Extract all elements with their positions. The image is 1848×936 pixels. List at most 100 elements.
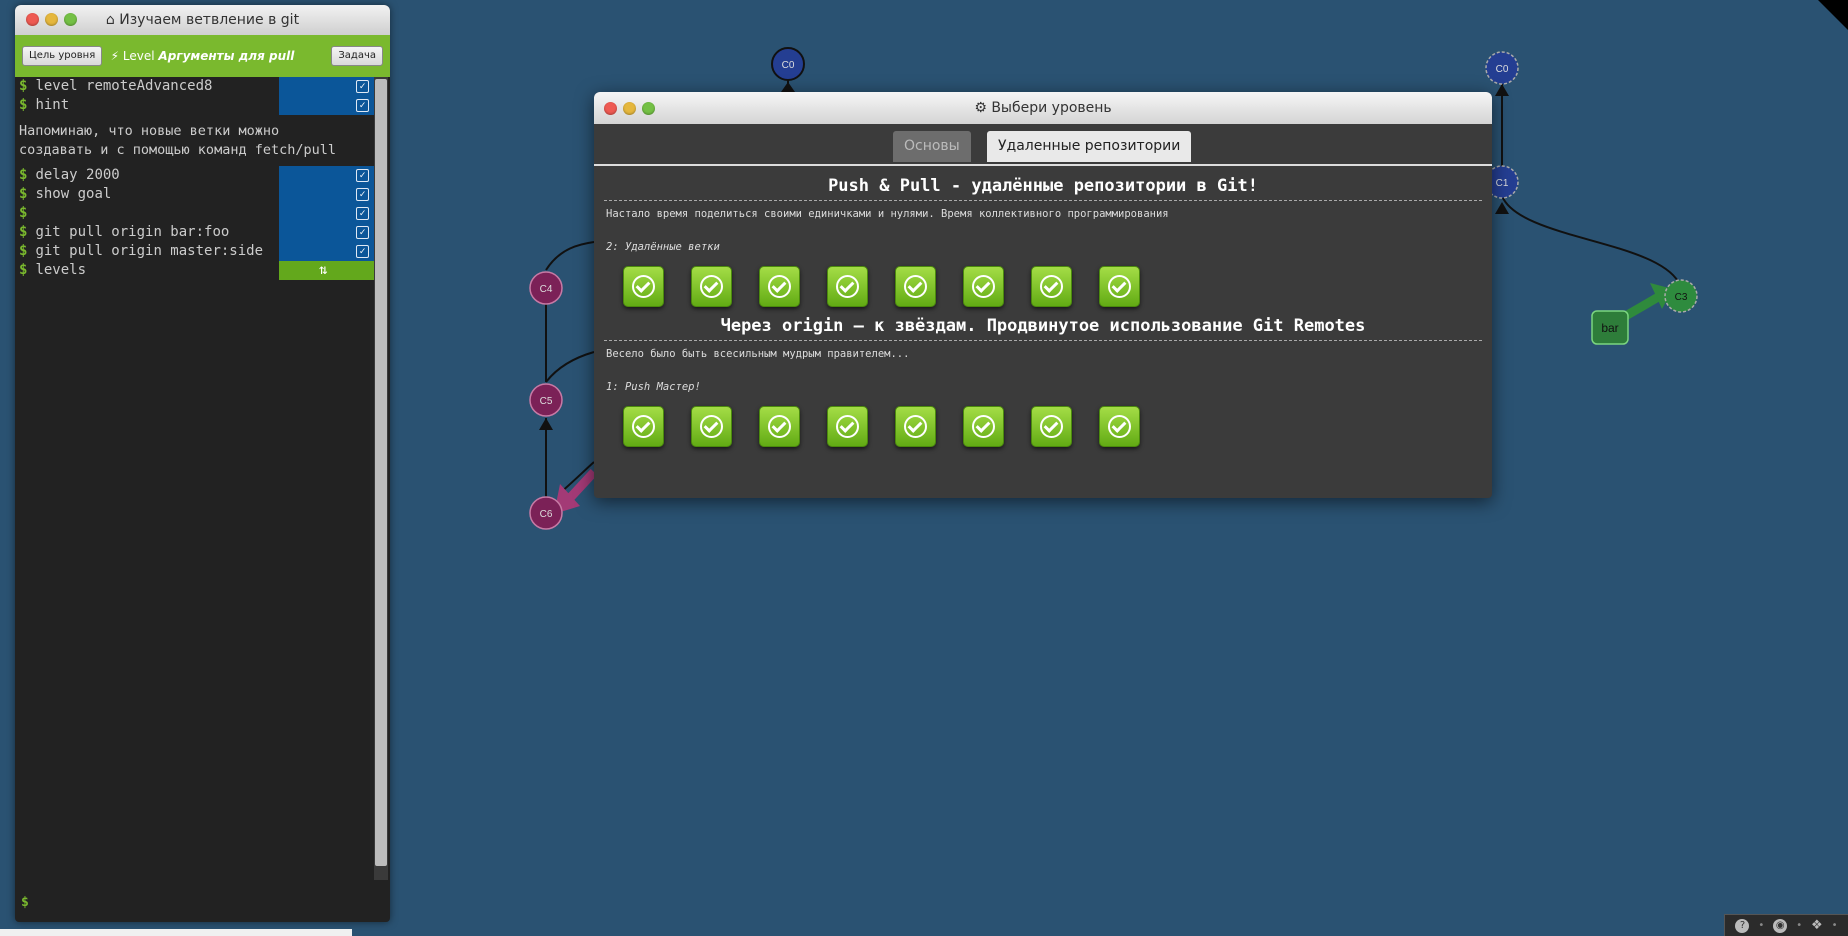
level-button-completed[interactable] xyxy=(691,266,732,307)
command-row: $ hint ✓ xyxy=(15,96,375,115)
level-button-completed[interactable] xyxy=(759,406,800,447)
command-status-done: ✓ xyxy=(279,223,374,242)
checkbox-checked-icon: ✓ xyxy=(356,188,369,201)
scrollbar-thumb[interactable] xyxy=(375,79,387,866)
svg-text:C4: C4 xyxy=(540,284,553,295)
command-status-running: ⇅ xyxy=(279,261,374,280)
separator: • xyxy=(1758,920,1765,931)
check-circle-icon xyxy=(700,275,723,298)
twitter-icon[interactable]: ❖ xyxy=(1811,918,1823,933)
level-grid xyxy=(594,406,1492,458)
checkbox-checked-icon: ✓ xyxy=(356,80,369,93)
section-description: Весело было быть всесильным мудрым прави… xyxy=(606,348,910,360)
checkbox-checked-icon: ✓ xyxy=(356,169,369,182)
maximize-dot-icon[interactable] xyxy=(64,13,77,26)
check-circle-icon xyxy=(1108,275,1131,298)
commit-node[interactable]: C6 xyxy=(529,496,563,530)
tab-remote[interactable]: Удаленные репозитории xyxy=(987,131,1192,162)
command-status-done: ✓ xyxy=(279,242,374,261)
level-button-completed[interactable] xyxy=(963,406,1004,447)
command-status-done: ✓ xyxy=(279,166,374,185)
dialog-titlebar: ⚙ Выбери уровень xyxy=(594,92,1492,124)
level-button-completed[interactable] xyxy=(895,266,936,307)
commit-node[interactable]: C0 xyxy=(1485,51,1519,85)
level-button-completed[interactable] xyxy=(1031,266,1072,307)
prompt-symbol: $ xyxy=(19,243,28,259)
level-button-completed[interactable] xyxy=(895,406,936,447)
level-button-completed[interactable] xyxy=(827,406,868,447)
level-button-completed[interactable] xyxy=(759,266,800,307)
check-circle-icon xyxy=(1040,415,1063,438)
commit-node[interactable]: C4 xyxy=(529,271,563,305)
level-button-completed[interactable] xyxy=(623,406,664,447)
command-status-done: ✓ xyxy=(279,77,374,96)
svg-text:bar: bar xyxy=(1601,321,1618,335)
lightning-icon: ⚡ xyxy=(110,49,120,63)
level-button-completed[interactable] xyxy=(1099,406,1140,447)
level-button-completed[interactable] xyxy=(623,266,664,307)
terminal-window: ⌂ Изучаем ветвление в git Цель уровня ⚡ … xyxy=(15,5,390,922)
check-circle-icon xyxy=(768,275,791,298)
branch-label[interactable]: bar xyxy=(1591,310,1629,345)
level-button-completed[interactable] xyxy=(827,266,868,307)
footer-toolbar: ? • ◉ • ❖ • xyxy=(1724,914,1848,936)
level-bar: Цель уровня ⚡ Level Аргументы для pull З… xyxy=(15,35,390,77)
level-button-completed[interactable] xyxy=(1031,406,1072,447)
terminal-scrollbar[interactable] xyxy=(374,77,388,880)
maximize-dot-icon[interactable] xyxy=(642,102,655,115)
close-dot-icon[interactable] xyxy=(604,102,617,115)
level-button-completed[interactable] xyxy=(963,266,1004,307)
check-circle-icon xyxy=(904,415,927,438)
check-circle-icon xyxy=(700,415,723,438)
commit-node[interactable]: C0 xyxy=(771,47,805,81)
section-subtitle: 2: Удалённые ветки xyxy=(606,241,720,253)
terminal-titlebar: ⌂ Изучаем ветвление в git xyxy=(15,5,390,35)
check-circle-icon xyxy=(836,415,859,438)
tab-basics[interactable]: Основы xyxy=(893,131,971,162)
check-circle-icon xyxy=(632,275,655,298)
section-description: Настало время поделиться своими единичка… xyxy=(606,208,1169,220)
task-button[interactable]: Задача xyxy=(331,46,383,66)
command-text: level remoteAdvanced8 xyxy=(35,78,213,94)
hint-line: Напоминаю, что новые ветки можно xyxy=(19,123,280,139)
prompt-symbol: $ xyxy=(19,78,28,94)
check-circle-icon xyxy=(632,415,655,438)
check-circle-icon xyxy=(972,275,995,298)
level-button-completed[interactable] xyxy=(691,406,732,447)
close-dot-icon[interactable] xyxy=(26,13,39,26)
commit-node[interactable]: C5 xyxy=(529,383,563,417)
level-button-completed[interactable] xyxy=(1099,266,1140,307)
globe-icon[interactable]: ◉ xyxy=(1773,918,1788,933)
window-controls xyxy=(604,102,655,115)
level-section: Push & Pull - удалённые репозитории в Gi… xyxy=(594,172,1492,318)
svg-text:C3: C3 xyxy=(1675,292,1688,303)
check-circle-icon xyxy=(972,415,995,438)
command-row: $ git pull origin bar:foo ✓ xyxy=(15,223,375,242)
command-input-prompt[interactable]: $ xyxy=(21,895,29,910)
minimize-dot-icon[interactable] xyxy=(45,13,58,26)
level-title: ⚡ Level Аргументы для pull xyxy=(111,49,295,63)
help-icon[interactable]: ? xyxy=(1735,918,1750,933)
command-status-done: ✓ xyxy=(279,185,374,204)
commit-node[interactable]: C3 xyxy=(1664,279,1698,313)
svg-text:C5: C5 xyxy=(540,396,553,407)
command-row: $ git pull origin master:side ✓ xyxy=(15,242,375,261)
checkbox-checked-icon: ✓ xyxy=(356,99,369,112)
terminal-output: $ level remoteAdvanced8 ✓ $ hint ✓ Напомин… xyxy=(15,77,375,882)
minimize-dot-icon[interactable] xyxy=(623,102,636,115)
sync-icon: ⇅ xyxy=(319,262,328,278)
level-prefix: Level xyxy=(122,49,155,63)
svg-text:C6: C6 xyxy=(540,509,553,520)
check-circle-icon xyxy=(1040,275,1063,298)
corner-shadow xyxy=(1818,0,1848,30)
command-row: $ levels ⇅ xyxy=(15,261,375,280)
goal-button[interactable]: Цель уровня xyxy=(22,46,103,66)
level-select-dialog: ⚙ Выбери уровень Основы Удаленные репози… xyxy=(594,92,1492,498)
prompt-symbol: $ xyxy=(19,224,28,240)
command-text: delay 2000 xyxy=(35,167,120,183)
separator: • xyxy=(1831,920,1838,931)
separator: • xyxy=(1796,920,1803,931)
window-controls xyxy=(26,13,77,26)
gear-icon: ⚙ xyxy=(974,100,987,116)
command-row: $ ✓ xyxy=(15,204,375,223)
